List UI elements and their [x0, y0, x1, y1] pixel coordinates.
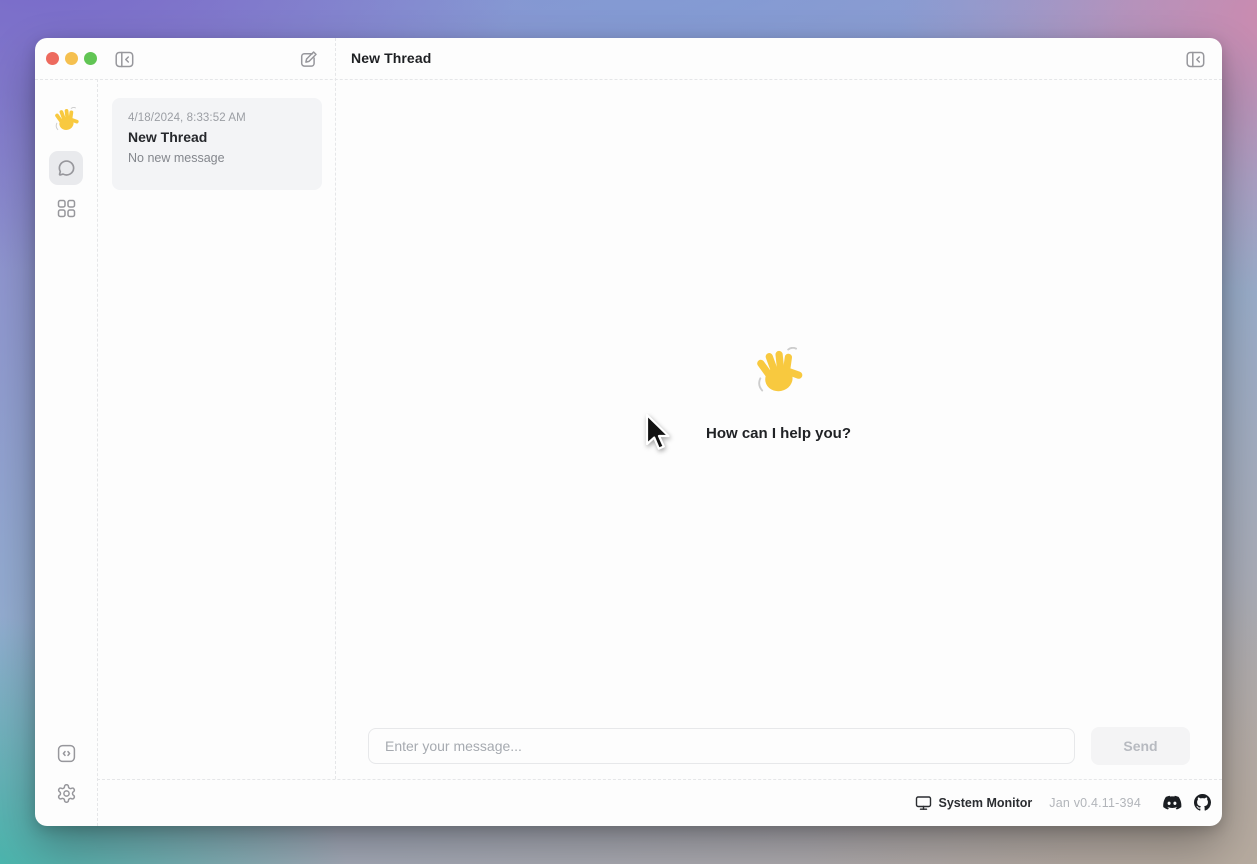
panel-collapse-right-icon	[1186, 51, 1205, 68]
thread-title: New Thread	[351, 50, 431, 66]
system-monitor-button[interactable]: System Monitor	[915, 795, 1033, 811]
ribbon-item-threads[interactable]	[49, 151, 83, 185]
compose-icon	[299, 50, 318, 69]
empty-state: How can I help you?	[335, 347, 1222, 442]
app-window: New Thread	[35, 38, 1222, 826]
chat-main-area: How can I help you? Send	[335, 79, 1222, 779]
github-link[interactable]	[1194, 794, 1211, 811]
chat-bubble-icon	[56, 158, 77, 179]
panel-collapse-left-icon	[115, 51, 134, 68]
panel-collapse-right-button[interactable]	[1182, 46, 1208, 72]
message-input[interactable]	[368, 728, 1075, 764]
ribbon-item-settings[interactable]	[53, 780, 79, 806]
traffic-lights	[46, 52, 97, 65]
thread-timestamp: 4/18/2024, 8:33:52 AM	[128, 112, 306, 124]
wave-hand-emoji	[753, 347, 805, 399]
monitor-icon	[915, 795, 932, 811]
greeting-text: How can I help you?	[706, 425, 851, 442]
gear-icon	[56, 783, 77, 804]
minimize-button[interactable]	[65, 52, 78, 65]
social-links	[1162, 794, 1211, 811]
system-monitor-label: System Monitor	[939, 796, 1033, 810]
close-button[interactable]	[46, 52, 59, 65]
wave-hand-logo	[53, 107, 80, 134]
left-ribbon	[35, 79, 97, 826]
app-version: Jan v0.4.11-394	[1049, 796, 1141, 810]
thread-list-item[interactable]: 4/18/2024, 8:33:52 AM New Thread No new …	[112, 98, 322, 190]
send-button[interactable]: Send	[1091, 727, 1190, 765]
github-icon	[1194, 794, 1211, 811]
status-bar: System Monitor Jan v0.4.11-394	[97, 779, 1222, 826]
zoom-button[interactable]	[84, 52, 97, 65]
new-thread-button[interactable]	[295, 46, 321, 72]
ribbon-item-hub[interactable]	[53, 195, 79, 221]
discord-icon	[1162, 795, 1182, 810]
thread-item-title: New Thread	[128, 129, 306, 145]
window-header: New Thread	[35, 38, 1222, 79]
thread-item-subtitle: No new message	[128, 151, 306, 165]
panel-collapse-left-button[interactable]	[111, 46, 137, 72]
local-api-icon	[57, 744, 76, 763]
ribbon-item-local-api[interactable]	[53, 740, 79, 766]
discord-link[interactable]	[1162, 795, 1182, 810]
hub-grid-icon	[57, 199, 76, 218]
thread-list-panel: 4/18/2024, 8:33:52 AM New Thread No new …	[97, 79, 335, 779]
message-input-row: Send	[335, 727, 1222, 765]
